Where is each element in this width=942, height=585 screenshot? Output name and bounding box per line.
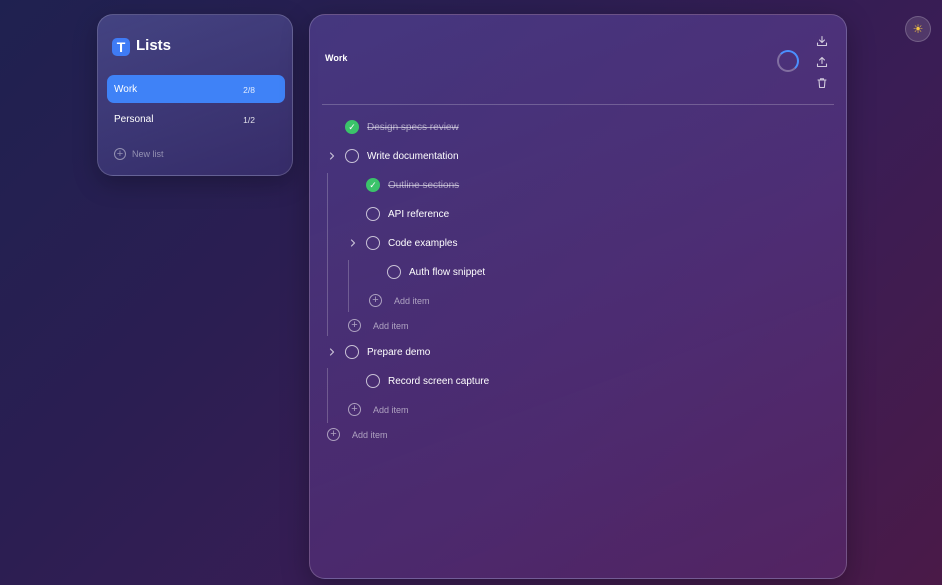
task-label: Code examples: [388, 237, 458, 249]
task-label: Design specs review: [367, 121, 459, 133]
subtask-item[interactable]: Auth flow snippet: [387, 263, 485, 281]
task-label: API reference: [388, 208, 450, 220]
list-name: Work: [114, 84, 138, 95]
plus-circle-icon: +: [348, 319, 361, 332]
trash-icon[interactable]: [816, 77, 828, 89]
task-label: Prepare demo: [367, 346, 431, 358]
progress-ring: [777, 50, 799, 72]
list-count: 2/8: [243, 85, 255, 95]
checkbox[interactable]: [366, 236, 380, 250]
add-item-button[interactable]: + Add item: [327, 428, 388, 441]
lists-sidebar: T Lists Work 2/8 Personal 1/2 + New list: [97, 14, 293, 176]
upload-icon[interactable]: [816, 56, 828, 68]
tree-guide-line: [327, 368, 328, 423]
subtask-item[interactable]: ✓ Outline sections: [366, 176, 459, 194]
add-item-label: Add item: [352, 429, 388, 440]
list-item-work[interactable]: Work 2/8: [107, 75, 285, 103]
plus-circle-icon: +: [369, 294, 382, 307]
header-divider: [322, 104, 834, 105]
list-item-personal[interactable]: Personal 1/2: [107, 105, 285, 133]
add-item-label: Add item: [394, 295, 430, 306]
task-label: Auth flow snippet: [409, 266, 486, 278]
plus-circle-icon: +: [114, 148, 126, 160]
task-item[interactable]: ✓ Design specs review: [345, 118, 459, 136]
chevron-right-icon[interactable]: [348, 238, 358, 248]
task-label: Record screen capture: [388, 375, 490, 387]
checkbox[interactable]: [345, 345, 359, 359]
task-item[interactable]: Write documentation: [345, 147, 459, 165]
new-list-button[interactable]: + New list: [114, 148, 164, 160]
new-list-label: New list: [132, 149, 164, 159]
add-item-button[interactable]: + Add item: [348, 319, 409, 332]
chevron-right-icon[interactable]: [327, 151, 337, 161]
subtask-item[interactable]: Record screen capture: [366, 372, 489, 390]
list-count: 1/2: [243, 115, 255, 125]
chevron-right-icon[interactable]: [327, 347, 337, 357]
tree-guide-line: [348, 260, 349, 312]
checkbox-checked[interactable]: ✓: [366, 178, 380, 192]
theme-toggle-button[interactable]: ☀: [905, 16, 931, 42]
plus-circle-icon: +: [327, 428, 340, 441]
add-item-button[interactable]: + Add item: [348, 403, 409, 416]
list-title: Work: [325, 53, 348, 63]
tree-guide-line: [327, 173, 328, 336]
add-item-label: Add item: [373, 320, 409, 331]
sun-icon: ☀: [912, 22, 924, 36]
checkbox[interactable]: [366, 374, 380, 388]
download-icon[interactable]: [816, 35, 828, 47]
task-panel: Work ✓ Design specs review Write documen…: [309, 14, 847, 579]
task-label: Write documentation: [367, 150, 459, 162]
add-item-label: Add item: [373, 404, 409, 415]
plus-circle-icon: +: [348, 403, 361, 416]
checkbox[interactable]: [345, 149, 359, 163]
checkbox-checked[interactable]: ✓: [345, 120, 359, 134]
add-item-button[interactable]: + Add item: [369, 294, 430, 307]
subtask-item[interactable]: API reference: [366, 205, 449, 223]
subtask-item[interactable]: Code examples: [366, 234, 457, 252]
list-name: Personal: [114, 114, 154, 125]
sidebar-title: Lists: [136, 37, 172, 54]
task-label: Outline sections: [388, 179, 460, 191]
checkbox[interactable]: [366, 207, 380, 221]
task-item[interactable]: Prepare demo: [345, 343, 430, 361]
checkbox[interactable]: [387, 265, 401, 279]
app-logo: T: [112, 38, 130, 56]
